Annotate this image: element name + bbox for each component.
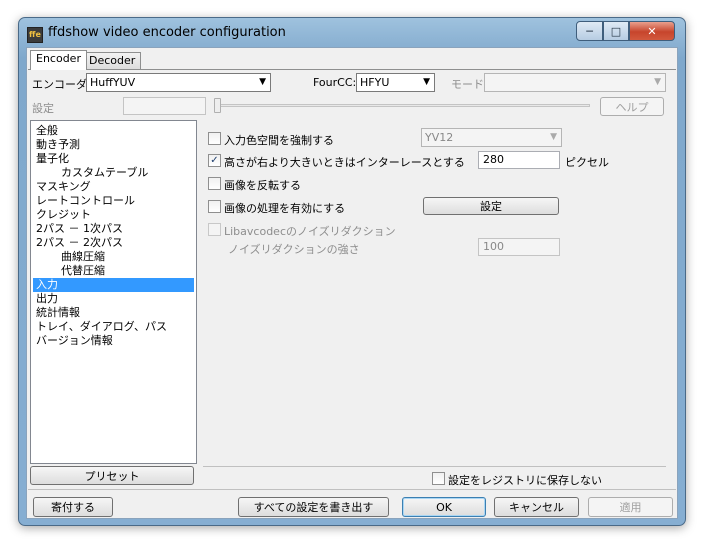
list-item[interactable]: 全般 (33, 124, 194, 138)
interlace-height-input[interactable]: 280 (478, 151, 560, 169)
checkmark-icon: ✓ (210, 155, 219, 166)
processing-checkbox[interactable] (208, 200, 221, 213)
encoder-select[interactable]: HuffYUV ▼ (86, 73, 271, 92)
list-item[interactable]: バージョン情報 (33, 334, 194, 348)
list-item[interactable]: レートコントロール (33, 194, 194, 208)
maximize-button[interactable]: □ (603, 21, 629, 41)
maximize-icon: □ (610, 24, 622, 38)
list-item[interactable]: 2パス － 1次パス (33, 222, 194, 236)
list-item[interactable]: カスタムテーブル (33, 166, 194, 180)
footer-separator (28, 489, 676, 490)
app-icon: ffe (27, 27, 43, 43)
settings-slider-thumb[interactable] (214, 98, 221, 113)
colorspace-select-value: YV12 (425, 131, 454, 144)
fourcc-select[interactable]: HFYU ▼ (356, 73, 435, 92)
encoder-label: エンコーダ (32, 78, 87, 91)
encoder-select-value: HuffYUV (90, 76, 136, 89)
apply-button[interactable]: 適用 (588, 497, 673, 517)
donate-button[interactable]: 寄付する (33, 497, 113, 517)
cancel-button[interactable]: キャンセル (494, 497, 579, 517)
noise-strength-input[interactable]: 100 (478, 238, 560, 256)
list-item[interactable]: クレジット (33, 208, 194, 222)
list-item[interactable]: マスキング (33, 180, 194, 194)
interlace-label: 高さが右より大きいときはインターレースとする (224, 156, 465, 169)
processing-label: 画像の処理を有効にする (224, 202, 346, 215)
settings-label: 設定 (32, 102, 54, 115)
minimize-button[interactable]: ─ (576, 21, 603, 41)
close-icon: ✕ (647, 24, 657, 38)
preset-button[interactable]: プリセット (30, 466, 194, 485)
interlace-checkbox[interactable]: ✓ (208, 154, 221, 167)
colorspace-select[interactable]: YV12 ▼ (421, 128, 562, 147)
list-item[interactable]: 量子化 (33, 152, 194, 166)
registry-checkbox[interactable] (432, 472, 445, 485)
noise-strength-label: ノイズリダクションの強さ (228, 243, 360, 256)
chevron-down-icon: ▼ (550, 132, 557, 142)
noise-reduction-label: Libavcodecのノイズリダクション (224, 225, 396, 238)
noise-reduction-checkbox[interactable] (208, 223, 221, 236)
fourcc-label: FourCC: (313, 76, 357, 89)
list-item[interactable]: 動き予測 (33, 138, 194, 152)
minimize-icon: ─ (586, 24, 593, 38)
list-item[interactable]: 2パス － 2次パス (33, 236, 194, 250)
fourcc-select-value: HFYU (360, 76, 390, 89)
help-button[interactable]: ヘルプ (600, 97, 664, 116)
flip-label: 画像を反転する (224, 179, 301, 192)
list-item[interactable]: 出力 (33, 292, 194, 306)
list-item[interactable]: 曲線圧縮 (33, 250, 194, 264)
window-title: ffdshow video encoder configuration (48, 25, 286, 40)
force-colorspace-checkbox[interactable] (208, 132, 221, 145)
registry-label: 設定をレジストリに保存しない (448, 474, 602, 487)
interlace-unit-label: ピクセル (565, 156, 609, 169)
list-item[interactable]: 入力 (33, 278, 194, 292)
mode-select[interactable]: ▼ (484, 73, 666, 92)
settings-value-field[interactable] (123, 97, 206, 115)
page-list[interactable]: 全般 動き予測 量子化 カスタムテーブル マスキング レートコントロール クレジット 2パス … (30, 120, 197, 464)
tab-divider (28, 69, 676, 70)
settings-slider-track[interactable] (214, 104, 590, 107)
flip-checkbox[interactable] (208, 177, 221, 190)
list-item[interactable]: 代替圧縮 (33, 264, 194, 278)
chevron-down-icon: ▼ (654, 77, 661, 87)
chevron-down-icon: ▼ (259, 77, 266, 87)
list-item[interactable]: 統計情報 (33, 306, 194, 320)
close-button[interactable]: ✕ (629, 21, 675, 41)
list-item[interactable]: トレイ、ダイアログ、パス (33, 320, 194, 334)
chevron-down-icon: ▼ (423, 77, 430, 87)
tab-decoder[interactable]: Decoder (83, 52, 142, 70)
force-colorspace-label: 入力色空間を強制する (224, 134, 334, 147)
processing-settings-button[interactable]: 設定 (423, 197, 559, 215)
panel-separator (203, 466, 666, 467)
mode-label: モード: (451, 78, 488, 91)
export-settings-button[interactable]: すべての設定を書き出す (238, 497, 389, 517)
ok-button[interactable]: OK (402, 497, 486, 517)
tab-encoder[interactable]: Encoder (30, 50, 87, 70)
